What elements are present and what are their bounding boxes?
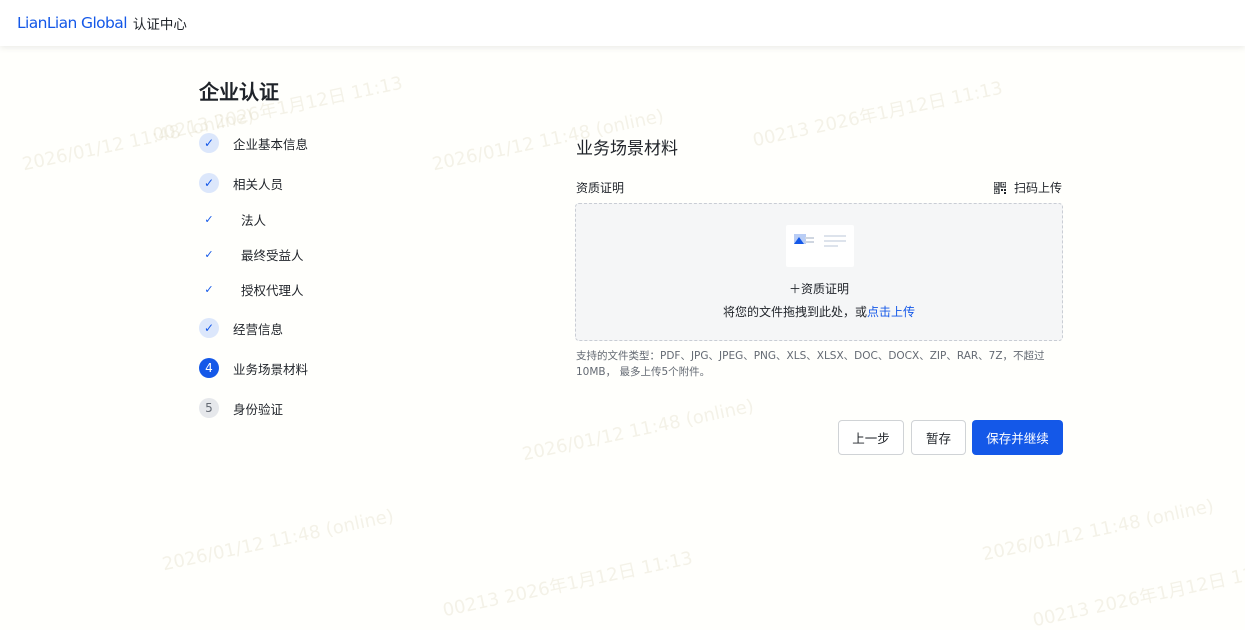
section-title: 业务场景材料 [576,139,678,159]
field-label-qualification: 资质证明 [576,181,625,195]
scan-upload-link[interactable]: 扫码上传 [994,179,1062,196]
step-identity-verification[interactable]: 5 身份验证 [199,397,283,419]
file-types-note: 支持的文件类型：PDF、JPG、JPEG、PNG、XLS、XLSX、DOC、DO… [576,350,1045,378]
check-icon: ✓ [204,282,214,296]
substep-authorized-agent[interactable]: ✓ 授权代理人 [199,280,304,298]
step-label: 相关人员 [233,176,284,192]
step-business-scenario-materials[interactable]: 4 业务场景材料 [199,357,308,379]
main-content: 企业认证 ✓ 企业基本信息 ✓ 相关人员 ✓ 法人 ✓ 最终受益人 ✓ 授权代理… [0,46,1245,630]
qr-code-icon [994,181,1006,194]
check-icon: ✓ [199,173,219,193]
top-header: LianLian Global 认证中心 [0,0,1245,46]
brand-logo[interactable]: LianLian Global [17,14,128,32]
file-dropzone[interactable]: ＋资质证明 将您的文件拖拽到此处，或点击上传 [575,203,1063,341]
previous-step-button[interactable]: 上一步 [838,420,904,455]
check-icon: ✓ [199,133,219,153]
drag-hint: 将您的文件拖拽到此处，或点击上传 [576,303,1062,320]
substep-label: 法人 [241,212,267,228]
check-icon: ✓ [204,212,214,226]
step-label: 企业基本信息 [233,136,309,152]
substep-beneficial-owner[interactable]: ✓ 最终受益人 [199,245,304,263]
step-company-basic-info[interactable]: ✓ 企业基本信息 [199,132,308,154]
scan-upload-label: 扫码上传 [1014,181,1063,195]
check-icon: ✓ [199,318,219,338]
substep-label: 最终受益人 [241,247,304,263]
substep-legal-person[interactable]: ✓ 法人 [199,210,266,228]
step-label: 业务场景材料 [233,361,309,377]
add-qualification-label: ＋资质证明 [788,282,849,296]
save-draft-button[interactable]: 暂存 [911,420,966,455]
check-icon: ✓ [204,247,214,261]
step-label: 经营信息 [233,321,284,337]
click-upload-link[interactable]: 点击上传 [867,305,915,319]
step-related-persons[interactable]: ✓ 相关人员 [199,172,283,194]
drag-hint-text: 将您的文件拖拽到此处，或 [722,305,867,319]
step-number: 5 [199,398,219,418]
file-image-icon [786,225,854,267]
step-label: 身份验证 [233,401,284,417]
save-and-continue-button[interactable]: 保存并继续 [972,420,1063,455]
header-title: 认证中心 [132,17,187,33]
step-number: 4 [199,358,219,378]
page-title: 企业认证 [199,80,279,104]
step-business-info[interactable]: ✓ 经营信息 [199,317,283,339]
substep-label: 授权代理人 [241,282,304,298]
